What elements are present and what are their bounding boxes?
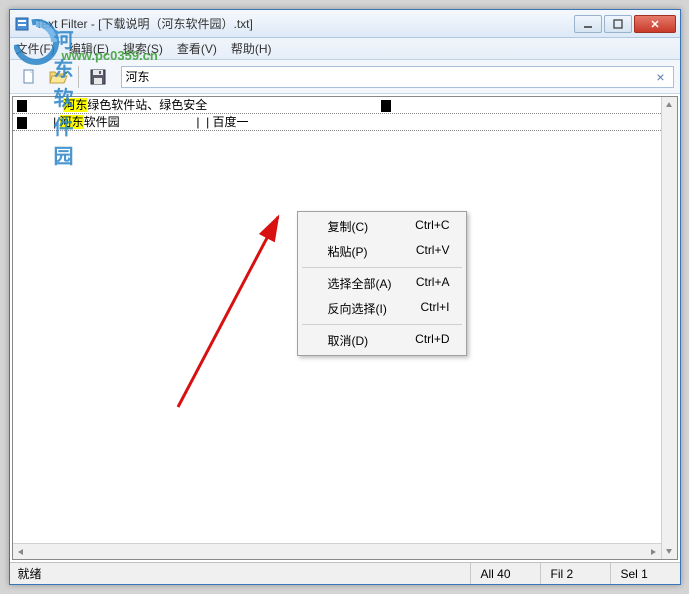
menu-help[interactable]: 帮助(H) <box>231 40 272 57</box>
application-window: Text Filter - [下载说明（河东软件园）.txt] 文件(F) 编辑… <box>9 9 681 585</box>
search-box: × <box>121 66 674 88</box>
block-marker-icon <box>17 100 27 112</box>
statusbar: 就绪 All 40 Fil 2 Sel 1 <box>10 562 680 584</box>
open-folder-icon <box>49 69 69 85</box>
block-marker-icon <box>381 100 391 112</box>
scroll-left-icon[interactable] <box>13 544 29 560</box>
context-menu-paste[interactable]: 粘贴(P)Ctrl+V <box>300 239 464 264</box>
maximize-button[interactable] <box>604 15 632 33</box>
menu-search[interactable]: 搜索(S) <box>123 40 163 57</box>
block-marker-icon <box>17 117 27 129</box>
context-menu-select-all[interactable]: 选择全部(A)Ctrl+A <box>300 271 464 296</box>
status-selected-count: Sel 1 <box>610 563 680 584</box>
toolbar: × <box>10 60 680 94</box>
new-file-icon <box>21 69 37 85</box>
search-input[interactable] <box>126 70 653 84</box>
status-all-count: All 40 <box>470 563 540 584</box>
scroll-right-icon[interactable] <box>645 544 661 560</box>
context-menu-separator <box>302 267 462 268</box>
scroll-down-icon[interactable] <box>662 543 677 559</box>
titlebar: Text Filter - [下载说明（河东软件园）.txt] <box>10 10 680 38</box>
toolbar-divider <box>78 66 79 88</box>
menubar: 文件(F) 编辑(E) 搜索(S) 查看(V) 帮助(H) <box>10 38 680 60</box>
toolbar-save-button[interactable] <box>85 64 111 90</box>
scroll-track[interactable] <box>29 544 645 559</box>
minimize-button[interactable] <box>574 15 602 33</box>
highlight-match: 河东 <box>60 115 84 129</box>
window-title: Text Filter - [下载说明（河东软件园）.txt] <box>36 15 572 32</box>
menu-file[interactable]: 文件(F) <box>16 40 55 57</box>
menu-edit[interactable]: 编辑(E) <box>69 40 109 57</box>
content-area[interactable]: 河东绿色软件站、绿色安全 | 河东软件园 | | 百度一 复制(C)Ctrl+C… <box>12 96 678 560</box>
context-menu-copy[interactable]: 复制(C)Ctrl+C <box>300 214 464 239</box>
context-menu-separator <box>302 324 462 325</box>
close-button[interactable] <box>634 15 676 33</box>
context-menu-invert-select[interactable]: 反向选择(I)Ctrl+I <box>300 296 464 321</box>
toolbar-open-button[interactable] <box>46 64 72 90</box>
status-message: 就绪 <box>10 565 470 582</box>
context-menu: 复制(C)Ctrl+C 粘贴(P)Ctrl+V 选择全部(A)Ctrl+A 反向… <box>297 211 467 356</box>
status-filtered-count: Fil 2 <box>540 563 610 584</box>
vertical-scrollbar[interactable] <box>661 97 677 559</box>
save-icon <box>90 69 106 85</box>
text-line[interactable]: 河东绿色软件站、绿色安全 <box>13 97 677 113</box>
horizontal-scrollbar[interactable] <box>13 543 661 559</box>
app-icon <box>14 16 30 32</box>
search-clear-button[interactable]: × <box>652 69 668 85</box>
toolbar-new-button[interactable] <box>16 64 42 90</box>
context-menu-cancel[interactable]: 取消(D)Ctrl+D <box>300 328 464 353</box>
text-line-selected[interactable]: | 河东软件园 | | 百度一 <box>13 113 677 131</box>
scroll-up-icon[interactable] <box>662 97 677 113</box>
window-buttons <box>572 15 676 33</box>
highlight-match: 河东 <box>63 98 87 112</box>
menu-view[interactable]: 查看(V) <box>177 40 217 57</box>
annotation-arrow-icon <box>163 197 303 417</box>
